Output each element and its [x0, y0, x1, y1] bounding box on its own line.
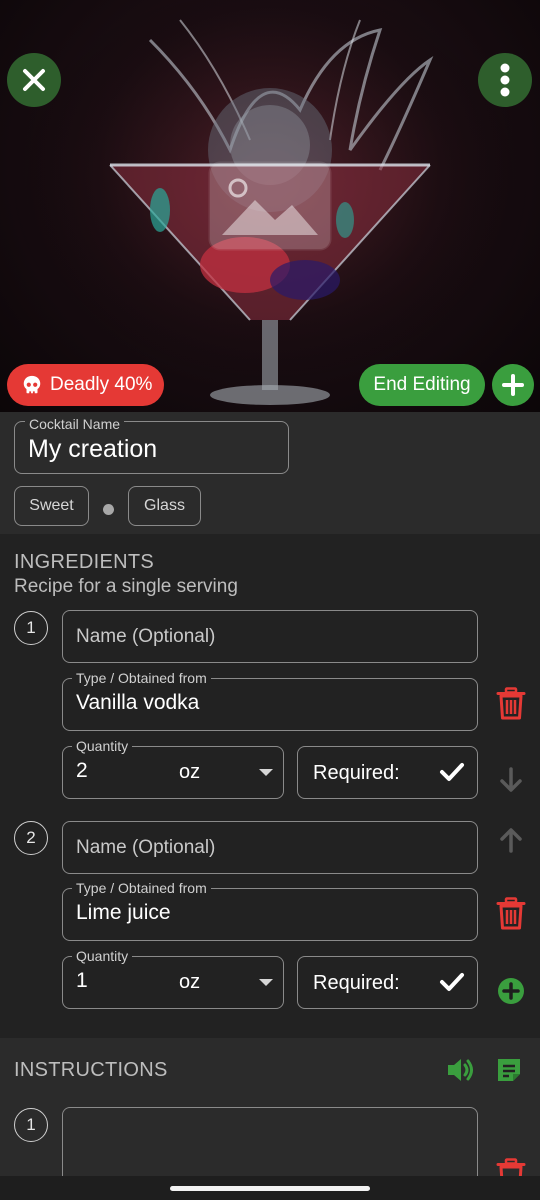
- tag-chip-sweet[interactable]: Sweet: [14, 486, 89, 526]
- volume-icon: [448, 1059, 473, 1081]
- close-button[interactable]: [7, 53, 61, 107]
- ingredient-type-field[interactable]: Type / Obtained from Lime juice: [62, 880, 478, 941]
- cocktail-name-field[interactable]: Cocktail Name My creation: [14, 416, 289, 474]
- plus-icon: [502, 374, 524, 396]
- required-toggle[interactable]: Required:: [297, 956, 478, 1009]
- alcohol-strength-label: Deadly 40%: [50, 374, 153, 395]
- end-editing-label: End Editing: [373, 374, 471, 395]
- ingredient-type-label: Type / Obtained from: [72, 880, 211, 896]
- read-aloud-button[interactable]: [444, 1053, 478, 1087]
- quantity-unit: oz: [179, 761, 201, 783]
- required-label: Required:: [313, 972, 400, 994]
- more-vert-icon: [500, 63, 510, 97]
- delete-ingredient-button[interactable]: [494, 897, 528, 931]
- instruction-step-number: 1: [14, 1108, 48, 1142]
- quantity-label: Quantity: [72, 738, 133, 754]
- quantity-value: 1: [76, 969, 88, 992]
- separator-dot: [103, 504, 114, 515]
- ingredient-type-value: Lime juice: [76, 901, 171, 924]
- ingredients-subtitle: Recipe for a single serving: [14, 576, 238, 597]
- quantity-label: Quantity: [72, 948, 133, 964]
- move-down-button[interactable]: [494, 763, 528, 797]
- cocktail-name-value: My creation: [28, 435, 158, 463]
- cocktail-name-section: Cocktail Name My creation Sweet Glass: [0, 412, 540, 534]
- ingredient-type-field[interactable]: Type / Obtained from Vanilla vodka: [62, 670, 478, 731]
- ingredient-type-value: Vanilla vodka: [76, 691, 200, 714]
- end-editing-button[interactable]: End Editing: [359, 364, 485, 406]
- ingredient-number: 2: [14, 821, 48, 855]
- add-button[interactable]: [492, 364, 534, 406]
- tag-label: Glass: [144, 497, 185, 514]
- trash-icon: [496, 1158, 526, 1176]
- tag-chip-glass[interactable]: Glass: [128, 486, 201, 526]
- trash-icon: [496, 687, 526, 720]
- ingredient-number: 1: [14, 611, 48, 645]
- cocktail-photo[interactable]: Deadly 40% End Editing: [0, 0, 540, 412]
- more-options-button[interactable]: [478, 53, 532, 107]
- chevron-down-icon: [259, 979, 273, 986]
- delete-ingredient-button[interactable]: [494, 687, 528, 721]
- ingredients-section: INGREDIENTS Recipe for a single serving …: [0, 534, 540, 1038]
- alcohol-strength-badge[interactable]: Deadly 40%: [7, 364, 164, 406]
- note-icon: [498, 1059, 520, 1081]
- required-label: Required:: [313, 762, 400, 784]
- notes-button[interactable]: [492, 1053, 526, 1087]
- move-up-button[interactable]: [494, 823, 528, 857]
- check-icon: [440, 763, 464, 781]
- quantity-value: 2: [76, 759, 88, 782]
- ingredient-name-input[interactable]: Name (Optional): [62, 610, 478, 663]
- ingredient-name-input[interactable]: Name (Optional): [62, 821, 478, 874]
- add-circle-icon: [498, 978, 524, 1004]
- instructions-title: INSTRUCTIONS: [14, 1059, 168, 1081]
- skull-icon: [23, 375, 41, 394]
- check-icon: [440, 973, 464, 991]
- trash-icon: [496, 897, 526, 930]
- arrow-down-icon: [500, 767, 522, 792]
- required-toggle[interactable]: Required:: [297, 746, 478, 799]
- chevron-down-icon: [259, 769, 273, 776]
- cocktail-glass-image: [0, 0, 540, 412]
- ingredient-name-placeholder: Name (Optional): [76, 837, 216, 858]
- delete-step-button[interactable]: [494, 1158, 528, 1176]
- home-gesture-handle[interactable]: [170, 1186, 370, 1191]
- close-icon: [23, 69, 45, 91]
- ingredients-title: INGREDIENTS: [14, 551, 154, 573]
- ingredient-name-placeholder: Name (Optional): [76, 626, 216, 647]
- quantity-select[interactable]: Quantity 2 oz: [62, 738, 284, 799]
- tag-label: Sweet: [29, 497, 74, 514]
- quantity-select[interactable]: Quantity 1 oz: [62, 948, 284, 1009]
- cocktail-name-label: Cocktail Name: [25, 416, 125, 432]
- add-ingredient-button[interactable]: [494, 974, 528, 1008]
- arrow-up-icon: [500, 828, 522, 853]
- ingredient-type-label: Type / Obtained from: [72, 670, 211, 686]
- quantity-unit: oz: [179, 971, 201, 993]
